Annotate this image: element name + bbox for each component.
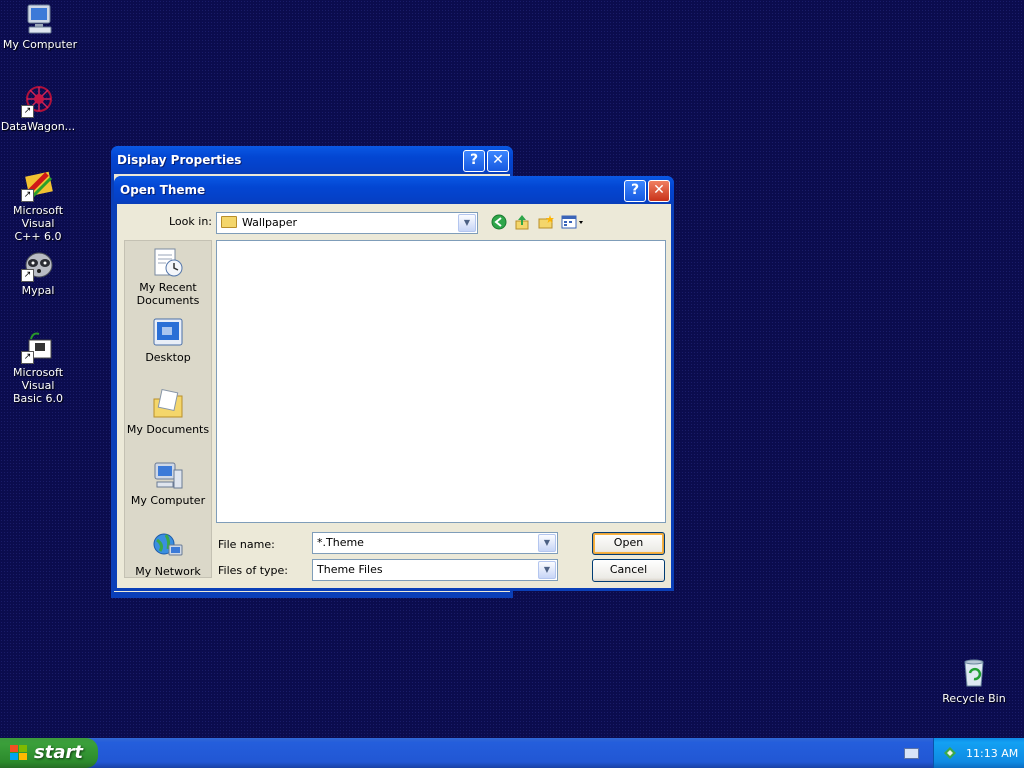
look-in-label: Look in:	[169, 215, 212, 228]
place-label: Desktop	[145, 351, 191, 364]
start-label: start	[34, 742, 83, 763]
desktop-icon-label: DataWagon...	[0, 120, 76, 133]
visual-cpp-icon: ↗	[21, 168, 55, 202]
my-documents-icon	[152, 388, 184, 421]
recent-documents-icon	[152, 247, 184, 279]
raccoon-icon: ↗	[21, 248, 55, 282]
shortcut-arrow-icon: ↗	[21, 351, 34, 364]
cancel-button[interactable]: Cancel	[592, 559, 665, 582]
dialog-title: Open Theme	[120, 183, 206, 197]
desktop-icon-my-computer[interactable]: My Computer	[0, 2, 80, 51]
place-my-computer[interactable]: My Computer	[125, 460, 211, 507]
files-of-type-dropdown[interactable]: Theme Files ▼	[312, 559, 558, 581]
datawagon-icon: ↗	[21, 84, 55, 118]
recycle-bin-icon	[957, 656, 991, 690]
open-theme-body: Look in: Wallpaper ▼ My Recent Documents	[117, 204, 671, 588]
desktop-icon-label: Mypal	[21, 284, 55, 297]
desktop-icon-label: Microsoft Visual Basic 6.0	[12, 366, 64, 405]
windows-logo-icon	[10, 745, 28, 761]
desktop-icon-visual-cpp[interactable]: ↗ Microsoft Visual C++ 6.0	[0, 168, 78, 243]
files-of-type-value: Theme Files	[317, 563, 383, 576]
file-name-label: File name:	[218, 538, 275, 551]
file-name-value: *.Theme	[317, 536, 364, 549]
back-button[interactable]	[490, 214, 508, 232]
views-icon	[561, 215, 583, 229]
start-button[interactable]: start	[0, 738, 98, 768]
window-title: Display Properties	[117, 153, 242, 167]
new-folder-icon	[538, 215, 554, 229]
place-my-recent-documents[interactable]: My Recent Documents	[125, 247, 211, 307]
places-bar: My Recent Documents Desktop My Documents…	[124, 240, 212, 578]
chevron-down-icon[interactable]: ▼	[538, 561, 556, 579]
place-my-documents[interactable]: My Documents	[125, 388, 211, 436]
desktop-icon-label: My Computer	[2, 38, 78, 51]
files-of-type-label: Files of type:	[218, 564, 289, 577]
new-folder-button[interactable]	[537, 214, 555, 232]
place-label: My Recent Documents	[136, 281, 200, 307]
back-arrow-icon	[491, 214, 507, 230]
network-globe-icon	[152, 531, 184, 563]
place-label: My Documents	[126, 423, 210, 436]
look-in-dropdown[interactable]: Wallpaper ▼	[216, 212, 478, 234]
desktop-icon-label: Microsoft Visual C++ 6.0	[12, 204, 64, 243]
up-folder-icon	[515, 215, 529, 230]
desktop-icon-mypal[interactable]: ↗ Mypal	[0, 248, 78, 297]
up-one-level-button[interactable]	[513, 214, 531, 232]
computer-icon	[23, 2, 57, 36]
desktop-icon-label: Recycle Bin	[942, 692, 1006, 705]
close-button[interactable]: ✕	[648, 180, 670, 202]
taskbar: start 11:13 AM	[0, 738, 1024, 768]
desktop-icon-recycle-bin[interactable]: Recycle Bin	[934, 656, 1014, 705]
visual-basic-icon: ↗	[21, 330, 55, 364]
open-theme-titlebar[interactable]: Open Theme ? ✕	[114, 176, 674, 204]
views-menu-button[interactable]	[560, 214, 586, 232]
place-my-network[interactable]: My Network	[125, 531, 211, 578]
folder-icon	[221, 216, 237, 228]
clock[interactable]: 11:13 AM	[966, 747, 1018, 760]
open-button[interactable]: Open	[592, 532, 665, 555]
desktop-icon-datawagon[interactable]: ↗ DataWagon...	[0, 84, 78, 133]
desktop-icon	[152, 317, 184, 349]
place-label: My Computer	[130, 494, 206, 507]
file-list-view[interactable]	[216, 240, 666, 523]
close-button[interactable]: ✕	[487, 150, 509, 172]
help-button[interactable]: ?	[624, 180, 646, 202]
desktop-icon-visual-basic[interactable]: ↗ Microsoft Visual Basic 6.0	[0, 330, 78, 405]
look-in-value-wrap: Wallpaper	[221, 216, 297, 229]
network-tray-icon[interactable]	[942, 745, 958, 764]
open-theme-dialog: Open Theme ? ✕ Look in: Wallpaper ▼ My R…	[114, 176, 674, 591]
system-tray: 11:13 AM	[933, 738, 1024, 768]
help-button[interactable]: ?	[463, 150, 485, 172]
chevron-down-icon[interactable]: ▼	[458, 214, 476, 232]
keyboard-icon[interactable]	[904, 748, 919, 759]
shortcut-arrow-icon: ↗	[21, 105, 34, 118]
shortcut-arrow-icon: ↗	[21, 189, 34, 202]
chevron-down-icon[interactable]: ▼	[538, 534, 556, 552]
shortcut-arrow-icon: ↗	[21, 269, 34, 282]
look-in-value: Wallpaper	[242, 216, 298, 229]
place-label: My Network	[135, 565, 201, 578]
display-properties-titlebar[interactable]: Display Properties ? ✕	[111, 146, 513, 174]
computer-icon	[152, 460, 184, 492]
file-name-input[interactable]: *.Theme ▼	[312, 532, 558, 554]
place-desktop[interactable]: Desktop	[125, 317, 211, 364]
